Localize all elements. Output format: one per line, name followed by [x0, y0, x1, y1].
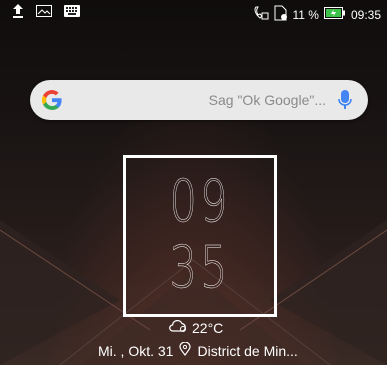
status-time: 09:35 [350, 7, 381, 22]
weather-temperature: 22°C [192, 319, 224, 336]
image-icon [36, 5, 52, 20]
status-bar: 11 % 09:35 [0, 0, 387, 28]
google-g-icon [40, 88, 64, 117]
sim-icon [274, 5, 288, 24]
search-placeholder[interactable]: Sag "Ok Google"... [209, 92, 326, 108]
weather-widget[interactable]: 22°C [168, 319, 223, 336]
mic-icon[interactable] [338, 89, 352, 116]
google-search-bar[interactable]: Sag "Ok Google"... [30, 80, 368, 120]
date-text: Mi. , Okt. 31 [98, 342, 174, 359]
location-text: District de Min... [197, 342, 298, 359]
battery-icon [323, 7, 346, 22]
clock-time: 09 35 [123, 167, 277, 301]
keyboard-icon [64, 5, 80, 20]
cloud-icon [168, 319, 188, 336]
upload-icon [12, 4, 24, 21]
location-pin-icon [179, 341, 192, 359]
clock-hours: 09 [169, 167, 231, 235]
date-location-row[interactable]: Mi. , Okt. 31 District de Min... [98, 341, 298, 359]
call-icon [253, 6, 269, 23]
battery-percent: 11 % [292, 7, 319, 22]
clock-minutes: 35 [169, 233, 231, 301]
